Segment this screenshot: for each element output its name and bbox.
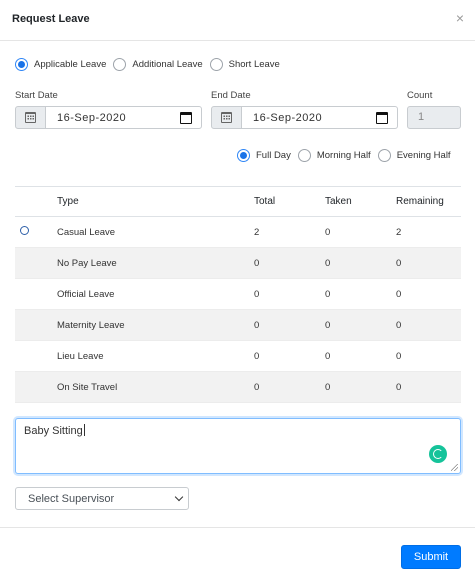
header-type: Type xyxy=(57,186,254,217)
cell-taken: 0 xyxy=(325,288,331,300)
label-additional-leave[interactable]: Additional Leave xyxy=(132,59,202,70)
resize-handle-icon[interactable] xyxy=(451,464,458,471)
day-type-group: Full Day Morning Half Evening Half xyxy=(237,149,451,162)
label-short-leave[interactable]: Short Leave xyxy=(229,59,280,70)
header-taken: Taken xyxy=(325,186,396,217)
table-row: Maternity Leave 0 0 0 xyxy=(15,309,461,341)
cell-taken: 0 xyxy=(325,247,396,279)
cell-remaining: 0 xyxy=(396,247,461,279)
cell-remaining: 0 xyxy=(396,309,461,341)
cell-taken: 0 xyxy=(325,371,396,403)
grammarly-icon[interactable] xyxy=(429,445,447,463)
modal-header: Request Leave × xyxy=(0,0,475,41)
cell-total: 0 xyxy=(254,288,260,300)
supervisor-selected-value: Select Supervisor xyxy=(28,492,115,505)
count-label: Count xyxy=(407,90,433,101)
modal-footer: Submit xyxy=(0,527,475,580)
header-select xyxy=(15,186,57,217)
cell-total: 0 xyxy=(254,350,260,362)
calendar-icon xyxy=(25,112,36,123)
leave-type-group: Applicable Leave Additional Leave Short … xyxy=(15,58,287,71)
radio-applicable-leave[interactable] xyxy=(15,58,28,71)
cell-remaining: 2 xyxy=(396,226,402,238)
cell-total: 0 xyxy=(254,371,325,403)
reason-text: Baby Sitting xyxy=(24,425,83,437)
calendar-picker-icon[interactable] xyxy=(376,111,388,124)
cell-total: 0 xyxy=(254,247,325,279)
table-header-row: Type Total Taken Remaining xyxy=(15,186,461,217)
end-date-addon[interactable] xyxy=(211,106,242,129)
text-caret xyxy=(83,424,85,436)
cell-type: No Pay Leave xyxy=(57,247,254,279)
cell-remaining: 0 xyxy=(396,350,402,362)
cell-remaining: 0 xyxy=(396,371,461,403)
cell-taken: 0 xyxy=(325,226,331,238)
radio-morning-half[interactable] xyxy=(297,149,311,162)
calendar-picker-icon[interactable] xyxy=(180,111,192,124)
table-row[interactable]: Casual Leave 2 0 2 xyxy=(15,217,461,248)
leave-balance-table: Type Total Taken Remaining Casual Leave … xyxy=(15,186,461,403)
cell-type: Casual Leave xyxy=(57,226,116,238)
label-morning-half[interactable]: Morning Half xyxy=(317,150,371,161)
cell-type: Official Leave xyxy=(57,288,115,300)
start-date-value: 16-Sep-2020 xyxy=(57,111,127,124)
start-date-addon[interactable] xyxy=(15,106,46,129)
end-date-value: 16-Sep-2020 xyxy=(253,111,323,124)
cell-taken: 0 xyxy=(325,309,396,341)
cell-type: Lieu Leave xyxy=(57,350,104,362)
radio-additional-leave[interactable] xyxy=(113,58,127,71)
chevron-down-icon xyxy=(174,492,184,501)
start-date-input[interactable]: 16-Sep-2020 xyxy=(46,106,202,129)
table-row: Lieu Leave 0 0 0 xyxy=(15,341,461,372)
row-select-radio[interactable] xyxy=(20,226,29,235)
cell-total: 2 xyxy=(254,226,260,238)
table-row: Official Leave 0 0 0 xyxy=(15,279,461,310)
end-date-group: 16-Sep-2020 xyxy=(211,106,398,129)
cell-type: Maternity Leave xyxy=(57,309,254,341)
calendar-icon xyxy=(221,112,232,123)
supervisor-select[interactable]: Select Supervisor xyxy=(15,487,189,510)
cell-total: 0 xyxy=(254,309,325,341)
cell-remaining: 0 xyxy=(396,288,402,300)
radio-evening-half[interactable] xyxy=(377,149,391,162)
end-date-input[interactable]: 16-Sep-2020 xyxy=(242,106,398,129)
reason-textarea[interactable]: Baby Sitting xyxy=(15,418,461,474)
start-date-label: Start Date xyxy=(15,90,58,101)
label-evening-half[interactable]: Evening Half xyxy=(397,150,451,161)
table-row: No Pay Leave 0 0 0 xyxy=(15,247,461,279)
header-remaining: Remaining xyxy=(396,186,461,217)
close-icon[interactable]: × xyxy=(456,11,464,25)
end-date-label: End Date xyxy=(211,90,251,101)
start-date-group: 16-Sep-2020 xyxy=(15,106,202,129)
radio-full-day[interactable] xyxy=(237,149,250,162)
table-row: On Site Travel 0 0 0 xyxy=(15,371,461,403)
submit-button[interactable]: Submit xyxy=(401,545,461,569)
cell-taken: 0 xyxy=(325,350,331,362)
label-full-day[interactable]: Full Day xyxy=(256,150,291,161)
count-field: 1 xyxy=(407,106,461,129)
request-leave-modal: Request Leave × Applicable Leave Additio… xyxy=(0,0,475,580)
cell-type: On Site Travel xyxy=(57,371,254,403)
modal-title: Request Leave xyxy=(12,13,90,25)
label-applicable-leave[interactable]: Applicable Leave xyxy=(34,59,106,70)
header-total: Total xyxy=(254,186,325,217)
radio-short-leave[interactable] xyxy=(209,58,223,71)
